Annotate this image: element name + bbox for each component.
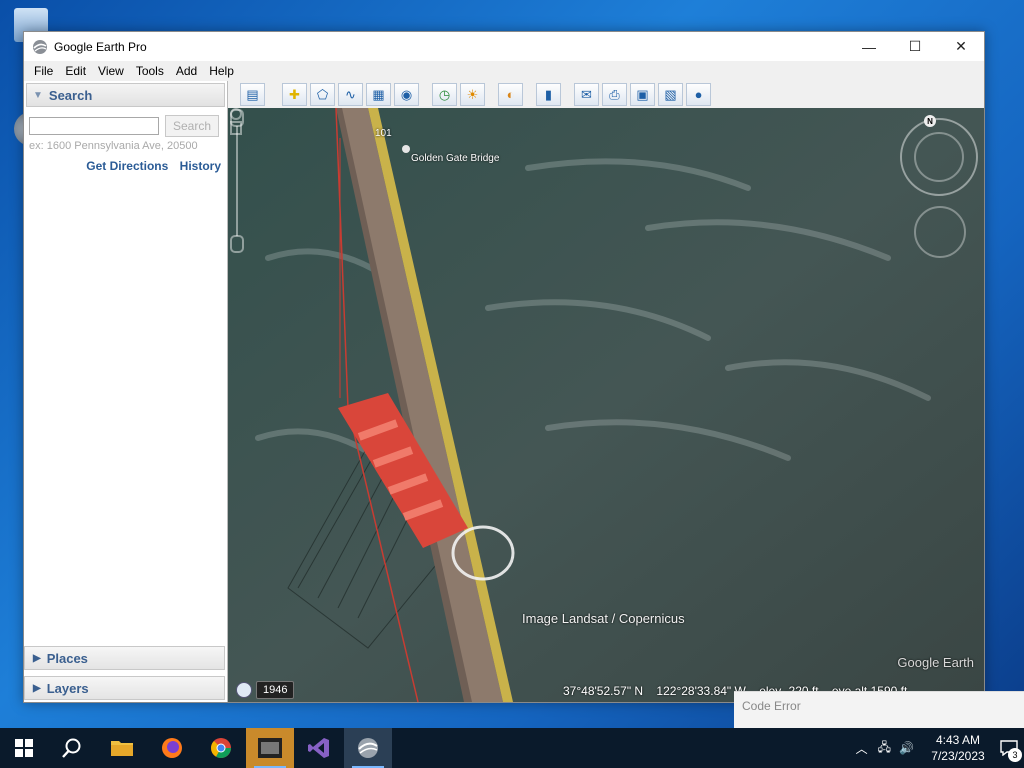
taskbar-clock[interactable]: 4:43 AM 7/23/2023	[922, 732, 994, 764]
add-placemark-button[interactable]: ✚	[282, 83, 307, 106]
menu-add[interactable]: Add	[170, 64, 203, 78]
compass-ring[interactable]	[900, 118, 978, 196]
show-hidden-icons-chevron-icon[interactable]: ︿	[856, 740, 868, 757]
clock-date: 7/23/2023	[931, 749, 985, 763]
popup-title: Code Error	[742, 699, 801, 713]
placemark-golden-gate-bridge[interactable]: Golden Gate Bridge	[411, 153, 499, 164]
firefox-icon	[162, 738, 182, 758]
menu-edit[interactable]: Edit	[59, 64, 92, 78]
search-panel-title: Search	[48, 87, 93, 103]
code-error-popup[interactable]: Code Error	[734, 691, 1024, 729]
search-hint: ex: 1600 Pennsylvania Ave, 20500	[29, 140, 198, 152]
taskbar-google-earth[interactable]	[344, 728, 392, 768]
north-indicator[interactable]: N	[924, 115, 936, 127]
taskbar-visual-studio[interactable]	[295, 728, 343, 768]
clock-time: 4:43 AM	[935, 733, 981, 747]
imagery-year-badge[interactable]: 1946	[256, 681, 295, 699]
sunlight-button[interactable]: ☀	[460, 83, 485, 106]
close-button[interactable]: ✕	[938, 32, 984, 61]
maximize-button[interactable]: ☐	[892, 32, 938, 61]
history-link[interactable]: History	[180, 159, 221, 173]
places-panel-header[interactable]: ▶ Places	[24, 646, 225, 670]
earth-gallery-button[interactable]: ●	[686, 83, 711, 106]
film-app-icon	[258, 738, 282, 758]
print-button[interactable]: ⎙	[602, 83, 627, 106]
google-earth-logo: Google Earth	[897, 655, 974, 670]
longitude-readout: 122°28'33.84" W	[656, 684, 746, 698]
taskbar-media-app[interactable]	[246, 728, 294, 768]
collapse-triangle-icon: ▼	[33, 89, 43, 101]
volume-icon[interactable]: 🔊	[899, 741, 914, 755]
expand-triangle-icon: ▶	[33, 652, 41, 664]
latitude-readout: 37°48'52.57" N	[563, 684, 644, 698]
search-button[interactable]: Search	[165, 115, 219, 137]
switch-planet-button[interactable]: ◐	[498, 83, 523, 106]
add-polygon-button[interactable]: ⬠	[310, 83, 335, 106]
google-earth-taskbar-icon	[358, 738, 378, 758]
historical-imagery-button[interactable]: ◷	[432, 83, 457, 106]
expand-triangle-icon: ▶	[33, 682, 41, 694]
layers-panel-header[interactable]: ▶ Layers	[24, 676, 225, 700]
menu-file[interactable]: File	[28, 64, 59, 78]
save-image-button[interactable]: ▣	[630, 83, 655, 106]
map-view[interactable]: 101 Golden Gate Bridge Image Landsat / C…	[228, 108, 984, 702]
chrome-icon	[211, 738, 231, 758]
action-center-button[interactable]: 3	[994, 728, 1024, 768]
toolbar: ▤ ✚ ⬠ ∿ ▦ ◉ ◷ ☀ ◐ ▮ ✉ ⎙ ▣ ▧ ●	[228, 81, 984, 108]
taskbar-chrome[interactable]	[197, 728, 245, 768]
menu-tools[interactable]: Tools	[130, 64, 170, 78]
search-input[interactable]	[29, 117, 159, 135]
places-label: Places	[46, 650, 88, 666]
taskbar-file-explorer[interactable]	[98, 728, 146, 768]
menu-view[interactable]: View	[92, 64, 130, 78]
title-bar[interactable]: Google Earth Pro — ☐ ✕	[24, 32, 984, 61]
search-icon	[62, 738, 81, 758]
taskbar-firefox[interactable]	[148, 728, 196, 768]
historical-imagery-icon[interactable]	[236, 682, 252, 698]
ruler-button[interactable]: ▮	[536, 83, 561, 106]
zoom-slider[interactable]	[228, 108, 246, 254]
add-path-button[interactable]: ∿	[338, 83, 363, 106]
sidebar: ▼ Search Search ex: 1600 Pennsylvania Av…	[24, 81, 228, 702]
get-directions-link[interactable]: Get Directions	[86, 159, 168, 173]
google-earth-app-icon	[33, 39, 47, 54]
visual-studio-icon	[308, 738, 329, 758]
view-in-maps-button[interactable]: ▧	[658, 83, 683, 106]
folder-icon	[111, 741, 133, 756]
notification-count-badge: 3	[1008, 748, 1022, 762]
imagery-attribution: Image Landsat / Copernicus	[522, 611, 685, 626]
record-tour-button[interactable]: ◉	[394, 83, 419, 106]
look-joystick[interactable]	[914, 206, 966, 258]
windows-logo-icon	[15, 739, 33, 757]
start-button[interactable]	[0, 728, 48, 768]
minimize-button[interactable]: —	[846, 32, 892, 61]
search-panel-header[interactable]: ▼ Search	[26, 83, 225, 107]
email-button[interactable]: ✉	[574, 83, 599, 106]
taskbar: ︿ 🖧 🔊 4:43 AM 7/23/2023 3	[0, 728, 1024, 768]
menu-help[interactable]: Help	[203, 64, 240, 78]
google-earth-window: Google Earth Pro — ☐ ✕ File Edit View To…	[23, 31, 985, 703]
layers-label: Layers	[46, 680, 89, 696]
sidebar-toggle-button[interactable]: ▤	[240, 83, 265, 106]
window-title: Google Earth Pro	[54, 39, 147, 54]
add-image-overlay-button[interactable]: ▦	[366, 83, 391, 106]
taskbar-search[interactable]	[48, 728, 96, 768]
menu-bar: File Edit View Tools Add Help	[24, 61, 984, 81]
system-tray: ︿ 🖧 🔊 4:43 AM 7/23/2023 3	[856, 728, 1024, 768]
route-shield: 101	[375, 128, 392, 139]
network-icon[interactable]: 🖧	[878, 738, 891, 759]
